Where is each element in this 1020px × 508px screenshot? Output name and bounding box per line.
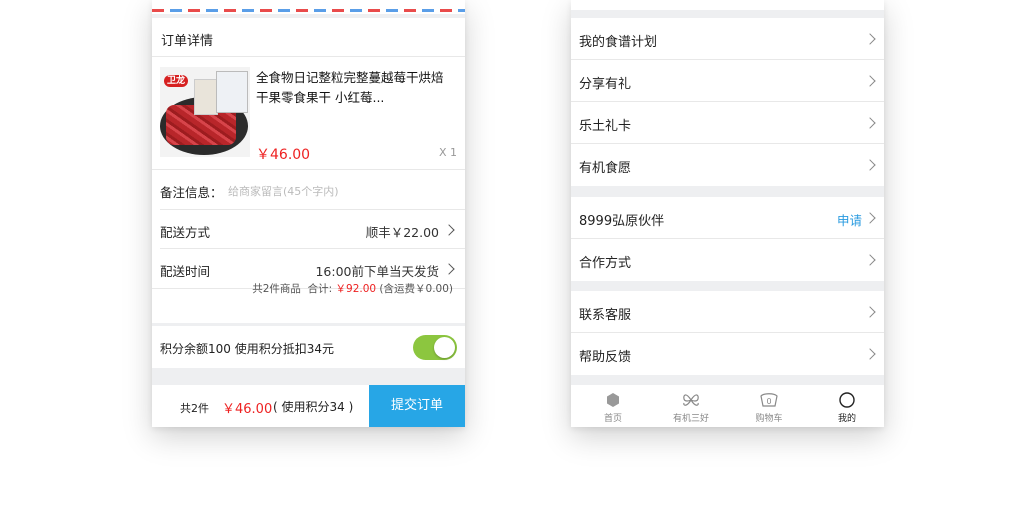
product-quantity: X 1 bbox=[438, 146, 457, 159]
menu-item-label: 帮助反馈 bbox=[579, 350, 632, 365]
tab-label: 首页 bbox=[603, 414, 622, 424]
menu-group-2: 8999弘原伙伴 申请 合作方式 bbox=[571, 197, 884, 281]
product-price: ￥46.00 bbox=[256, 147, 311, 163]
checkout-count: 共2件 bbox=[180, 402, 209, 415]
checkout-bar: 共2件 ￥46.00 ( 使用积分34 ) 提交订单 bbox=[152, 385, 465, 427]
tab-organic[interactable]: 有机三好 bbox=[652, 385, 730, 427]
tab-bar: 首页 有机三好 0 购物车 我的 bbox=[571, 385, 884, 427]
menu-item-label: 有机食愿 bbox=[579, 161, 632, 176]
leaf-icon bbox=[683, 394, 699, 406]
menu-item-recipe-plan[interactable]: 我的食谱计划 bbox=[571, 18, 884, 60]
delivery-time-label: 配送时间 bbox=[160, 264, 211, 279]
brand-logo: 卫龙 bbox=[164, 75, 189, 87]
points-toggle[interactable] bbox=[413, 335, 457, 360]
remark-row: 备注信息： 给商家留言(45个字内) bbox=[152, 170, 465, 210]
chevron-right-icon bbox=[864, 254, 876, 266]
remark-label: 备注信息： bbox=[160, 185, 223, 200]
cart-badge: 0 bbox=[766, 397, 771, 406]
delivery-method-value: 顺丰￥22.00 bbox=[365, 225, 439, 240]
summary-total-value: ￥92.00 bbox=[335, 283, 377, 295]
menu-item-cooperation[interactable]: 合作方式 bbox=[571, 239, 884, 281]
remark-input[interactable]: 给商家留言(45个字内) bbox=[228, 183, 339, 199]
chevron-right-icon bbox=[864, 159, 876, 171]
delivery-method-row[interactable]: 配送方式 顺丰￥22.00 bbox=[152, 210, 465, 250]
tab-label: 有机三好 bbox=[672, 414, 709, 424]
summary-total-label: 合计: bbox=[307, 283, 333, 295]
delivery-time-value: 16:00前下单当天发货 bbox=[315, 264, 439, 279]
chevron-right-icon bbox=[864, 348, 876, 360]
summary-count: 共2件商品 bbox=[252, 283, 301, 295]
order-details-title: 订单详情 bbox=[161, 34, 214, 49]
points-row: 积分余额100 使用积分抵扣34元 bbox=[152, 326, 465, 368]
menu-group-1: 我的食谱计划 分享有礼 乐土礼卡 有机食愿 bbox=[571, 18, 884, 186]
menu-item-customer-service[interactable]: 联系客服 bbox=[571, 291, 884, 333]
menu-item-organic-wish[interactable]: 有机食愿 bbox=[571, 144, 884, 186]
profile-screen: 我的食谱计划 分享有礼 乐土礼卡 有机食愿 8999弘原伙伴 申请 合作方式 联… bbox=[571, 0, 884, 427]
tab-home[interactable]: 首页 bbox=[574, 385, 652, 427]
summary-shipping-note: (含运费￥0.00) bbox=[379, 283, 453, 295]
apply-link[interactable]: 申请 bbox=[837, 210, 862, 229]
menu-item-label: 合作方式 bbox=[579, 256, 632, 271]
menu-item-label: 乐土礼卡 bbox=[579, 119, 632, 134]
checkout-price: ￥46.00 bbox=[222, 402, 273, 417]
product-name[interactable]: 全食物日记整粒完整蔓越莓干烘焙干果零食果干 小红莓... bbox=[256, 68, 454, 108]
tab-label: 我的 bbox=[837, 414, 856, 424]
chevron-right-icon bbox=[443, 224, 455, 236]
tab-label: 购物车 bbox=[755, 414, 783, 424]
delivery-method-label: 配送方式 bbox=[160, 225, 211, 240]
menu-item-help-feedback[interactable]: 帮助反馈 bbox=[571, 333, 884, 375]
menu-item-label: 8999弘原伙伴 bbox=[579, 214, 665, 229]
home-icon bbox=[607, 393, 619, 407]
tab-cart[interactable]: 0 购物车 bbox=[730, 385, 808, 427]
menu-item-partner[interactable]: 8999弘原伙伴 申请 bbox=[571, 197, 884, 239]
submit-order-button[interactable]: 提交订单 bbox=[369, 385, 465, 427]
product-image[interactable]: 卫龙 bbox=[160, 67, 250, 157]
checkout-points-note: ( 使用积分34 ) bbox=[273, 400, 354, 414]
menu-item-label: 联系客服 bbox=[579, 308, 632, 323]
menu-group-top-edge bbox=[571, 0, 884, 10]
order-summary: 共2件商品 合计: ￥92.00 (含运费￥0.00) bbox=[252, 281, 453, 296]
menu-item-gift-card[interactable]: 乐土礼卡 bbox=[571, 102, 884, 144]
cart-icon: 0 bbox=[760, 393, 778, 407]
order-details-card: 订单详情 卫龙 全食物日记整粒完整蔓越莓干烘焙干果零食果干 小红莓... ￥46… bbox=[152, 18, 465, 323]
menu-item-label: 分享有礼 bbox=[579, 77, 632, 92]
tab-profile[interactable]: 我的 bbox=[808, 385, 884, 427]
chevron-right-icon bbox=[864, 75, 876, 87]
menu-item-label: 我的食谱计划 bbox=[579, 35, 658, 50]
menu-item-share-gift[interactable]: 分享有礼 bbox=[571, 60, 884, 102]
airmail-border bbox=[152, 0, 465, 14]
chevron-right-icon bbox=[864, 306, 876, 318]
order-screen: 订单详情 卫龙 全食物日记整粒完整蔓越莓干烘焙干果零食果干 小红莓... ￥46… bbox=[152, 0, 465, 427]
chevron-right-icon bbox=[864, 117, 876, 129]
profile-icon bbox=[839, 392, 855, 408]
menu-group-3: 联系客服 帮助反馈 bbox=[571, 291, 884, 375]
chevron-right-icon bbox=[864, 212, 876, 224]
chevron-right-icon bbox=[864, 33, 876, 45]
chevron-right-icon bbox=[443, 263, 455, 275]
points-text: 积分余额100 使用积分抵扣34元 bbox=[160, 342, 334, 356]
